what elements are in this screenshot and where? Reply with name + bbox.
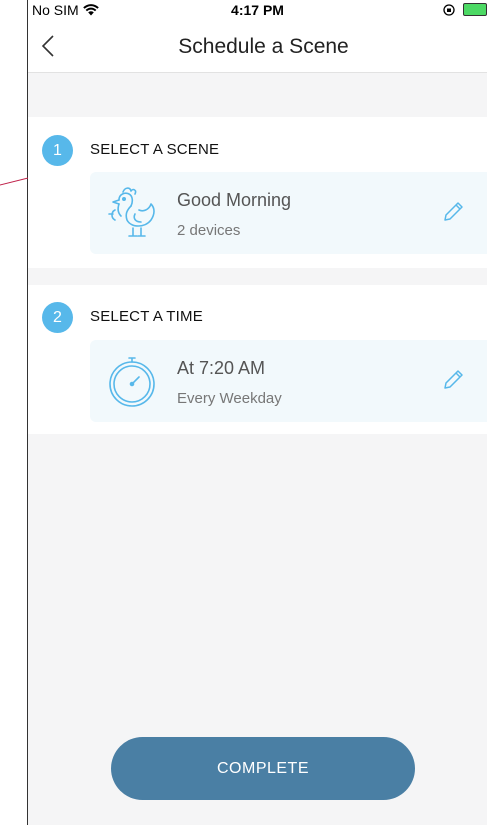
step-select-time: 2 SELECT A TIME At 7:20 AM Every Weekday <box>28 285 487 434</box>
page-title: Schedule a Scene <box>178 35 349 58</box>
step-title: SELECT A SCENE <box>90 141 220 158</box>
complete-button[interactable]: COMPLETE <box>111 737 415 800</box>
orientation-lock-icon <box>443 3 455 16</box>
step-title: SELECT A TIME <box>90 308 203 325</box>
step-select-scene: 1 SELECT A SCENE Good Morning 2 devices <box>28 117 487 268</box>
edit-pencil-icon[interactable] <box>441 200 465 224</box>
status-indicators <box>443 3 487 16</box>
step-number-badge: 1 <box>42 135 73 166</box>
scene-card[interactable]: Good Morning 2 devices <box>90 172 487 254</box>
page: No SIM 4:17 PM Schedule a Scene 1 SELECT… <box>0 0 487 825</box>
battery-icon <box>463 3 487 16</box>
schedule-repeat: Every Weekday <box>177 390 282 407</box>
status-time: 4:17 PM <box>231 2 284 18</box>
scene-name: Good Morning <box>177 190 292 210</box>
chicken-icon <box>108 187 155 237</box>
nav-bar: Schedule a Scene <box>28 20 487 73</box>
step-number-badge: 2 <box>42 302 73 333</box>
stopwatch-icon <box>109 357 155 407</box>
schedule-time: At 7:20 AM <box>177 358 266 378</box>
status-bar: No SIM 4:17 PM <box>28 0 487 20</box>
scene-device-count: 2 devices <box>177 222 241 239</box>
time-card[interactable]: At 7:20 AM Every Weekday <box>90 340 487 422</box>
edit-pencil-icon[interactable] <box>441 368 465 392</box>
app-screen: No SIM 4:17 PM Schedule a Scene 1 SELECT… <box>28 0 487 825</box>
